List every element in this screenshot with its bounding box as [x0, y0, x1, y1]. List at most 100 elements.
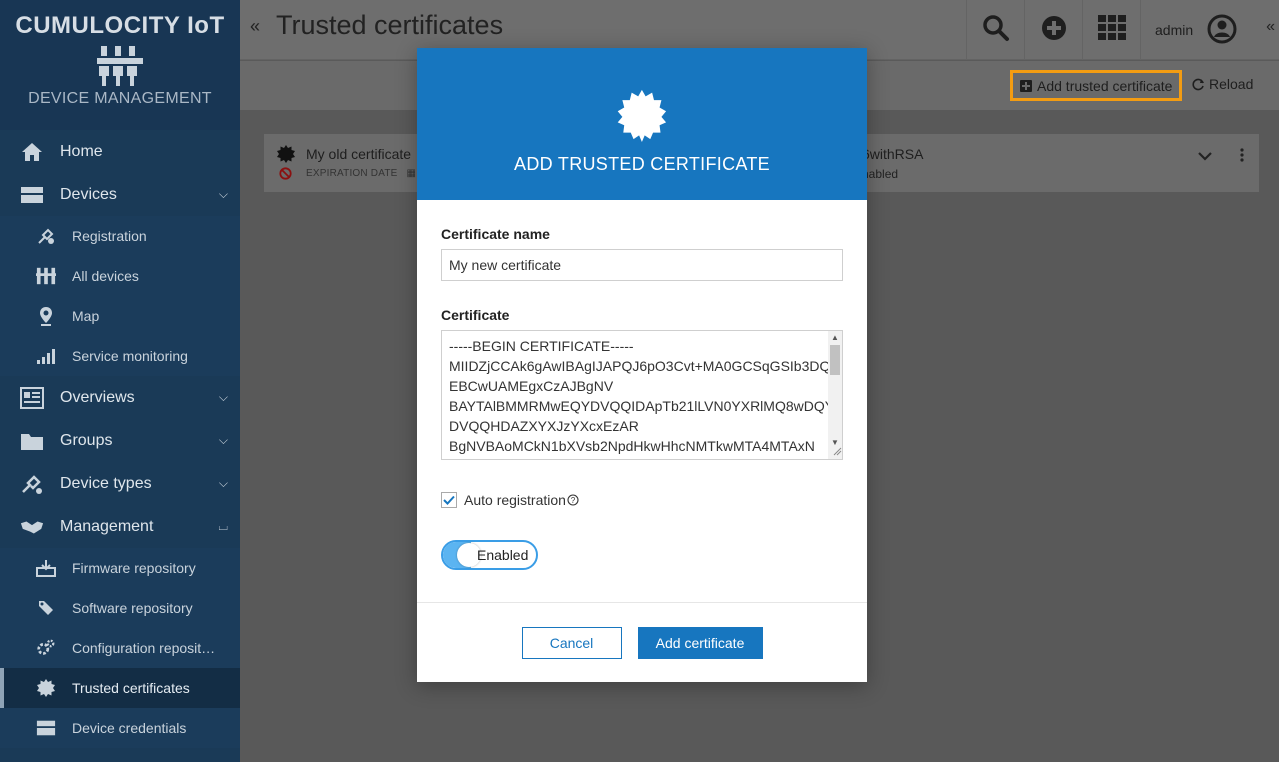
nav-map-label: Map [72, 308, 100, 324]
nav-all-devices[interactable]: All devices [0, 256, 240, 296]
cancel-button[interactable]: Cancel [521, 626, 622, 659]
chevron-up-icon: ⌴ [218, 519, 228, 533]
app-switcher-button[interactable] [1082, 0, 1140, 60]
gears-icon [36, 638, 56, 658]
brand-title: CUMULOCITY IoT [15, 12, 225, 39]
signal-icon [36, 346, 56, 366]
nav-devices[interactable]: Devices ⌵ [0, 173, 240, 216]
nav-device-credentials-label: Device credentials [72, 720, 187, 736]
nav-groups[interactable]: Groups ⌵ [0, 419, 240, 462]
all-devices-icon [36, 266, 56, 286]
brand-subtitle: DEVICE MANAGEMENT [28, 90, 212, 107]
user-avatar-icon [1207, 14, 1237, 47]
nav-management[interactable]: Management ⌴ [0, 505, 240, 548]
certificate-name-input[interactable]: My new certificate [441, 249, 843, 281]
scroll-up-icon[interactable]: ▲ [831, 333, 839, 342]
collapse-right-drawer-icon[interactable]: « [1266, 18, 1275, 36]
plus-circle-icon [1041, 15, 1067, 46]
nav-trusted-certificates[interactable]: Trusted certificates [0, 668, 240, 708]
nav-configuration-repository[interactable]: Configuration reposit… [0, 628, 240, 668]
nav-registration-label: Registration [72, 228, 147, 244]
certificate-icon [36, 678, 56, 698]
search-button[interactable] [966, 0, 1024, 60]
home-icon [20, 140, 44, 164]
modal-title: ADD TRUSTED CERTIFICATE [514, 154, 770, 174]
refresh-icon [1192, 78, 1205, 91]
nav-map[interactable]: Map [0, 296, 240, 336]
nav-home[interactable]: Home [0, 130, 240, 173]
nav-management-label: Management [60, 517, 154, 535]
nav-software-repository-label: Software repository [72, 600, 193, 616]
certificate-badge-icon [417, 48, 867, 148]
resize-handle-icon[interactable] [832, 443, 842, 459]
expiration-date-label: EXPIRATION DATE ▦ F [306, 168, 425, 179]
modal-footer: Cancel Add certificate [417, 602, 867, 682]
nav-software-repository[interactable]: Software repository [0, 588, 240, 628]
plus-square-icon [1020, 79, 1032, 92]
add-trusted-certificate-button[interactable]: Add trusted certificate [1010, 70, 1183, 101]
nav-overviews[interactable]: Overviews ⌵ [0, 376, 240, 419]
nav-devices-label: Devices [60, 185, 117, 203]
certificate-icon [276, 144, 296, 169]
devices-logo-icon [0, 44, 240, 88]
certificate-algorithm: 6withRSA [862, 146, 924, 162]
chevron-down-icon: ⌵ [218, 390, 228, 404]
search-icon [982, 14, 1010, 47]
nav-service-monitoring-label: Service monitoring [72, 348, 188, 364]
nav-registration[interactable]: Registration [0, 216, 240, 256]
enabled-toggle[interactable]: Enabled [441, 540, 538, 570]
certificate-name-label: Certificate name [441, 226, 550, 242]
nav-groups-label: Groups [60, 431, 113, 449]
handshake-icon [20, 515, 44, 539]
overviews-icon [20, 386, 44, 410]
firmware-icon [36, 558, 56, 578]
calendar-icon: ▦ [406, 168, 417, 179]
grid-icon [1097, 14, 1126, 46]
devices-icon [20, 183, 44, 207]
certificate-label: Certificate [441, 307, 510, 323]
device-types-icon [20, 472, 44, 496]
auto-registration-label: Auto registration [464, 492, 566, 508]
user-menu[interactable]: admin [1140, 0, 1260, 60]
certificate-name: My old certificate [306, 146, 412, 162]
more-options-icon[interactable] [1240, 148, 1244, 167]
nav-device-credentials[interactable]: Device credentials [0, 708, 240, 748]
nav-service-monitoring[interactable]: Service monitoring [0, 336, 240, 376]
expiration-date-key: EXPIRATION DATE [306, 168, 398, 179]
auto-registration-row: Auto registration ? [441, 492, 843, 508]
add-trusted-certificate-label: Add trusted certificate [1037, 77, 1173, 94]
credentials-icon [36, 718, 56, 738]
certificate-textarea[interactable]: -----BEGIN CERTIFICATE----- MIIDZjCCAk6g… [441, 330, 843, 460]
chevron-down-icon: ⌵ [218, 187, 228, 201]
reload-label: Reload [1209, 76, 1254, 92]
textarea-scrollbar[interactable]: ▲ ▼ [828, 331, 842, 459]
nav-device-types-label: Device types [60, 474, 152, 492]
nav-home-label: Home [60, 142, 103, 160]
scrollbar-thumb[interactable] [830, 345, 840, 375]
chevron-down-icon[interactable] [1198, 148, 1212, 166]
brand: CUMULOCITY IoT DEVICE MANAGEMENT [0, 0, 240, 130]
collapse-navigator-icon[interactable]: « [250, 16, 260, 37]
nav-firmware-repository[interactable]: Firmware repository [0, 548, 240, 588]
svg-text:?: ? [571, 496, 576, 505]
reload-button[interactable]: Reload [1192, 76, 1253, 92]
enabled-label: Enabled [477, 547, 529, 563]
nav-configuration-repository-label: Configuration reposit… [72, 640, 216, 656]
map-pin-icon [36, 306, 56, 326]
registration-icon [36, 226, 56, 246]
nav-overviews-label: Overviews [60, 388, 135, 406]
certificate-text: -----BEGIN CERTIFICATE----- MIIDZjCCAk6g… [449, 338, 835, 459]
help-icon[interactable]: ? [567, 494, 579, 506]
modal-body: Certificate name My new certificate Cert… [417, 200, 867, 570]
username: admin [1155, 22, 1194, 38]
nav-all-devices-label: All devices [72, 268, 139, 284]
software-icon [36, 598, 56, 618]
auto-registration-checkbox[interactable] [441, 492, 457, 508]
add-button[interactable] [1024, 0, 1082, 60]
nav-firmware-repository-label: Firmware repository [72, 560, 196, 576]
chevron-down-icon: ⌵ [218, 433, 228, 447]
folder-icon [20, 429, 44, 453]
add-certificate-button[interactable]: Add certificate [637, 626, 763, 659]
nav-device-types[interactable]: Device types ⌵ [0, 462, 240, 505]
page-title: Trusted certificates [276, 10, 504, 40]
